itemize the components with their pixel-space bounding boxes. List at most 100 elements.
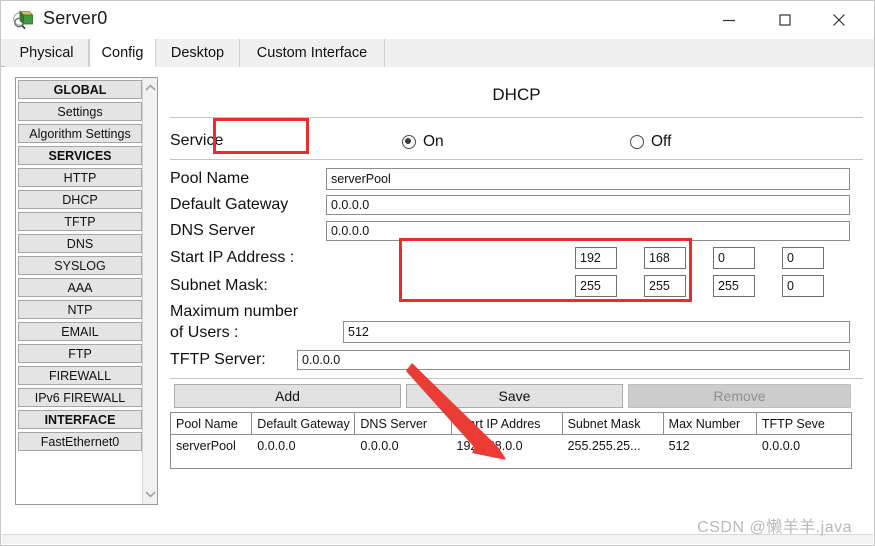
table-cell: 512 — [668, 439, 690, 453]
table-cell: 192.168.0.0 — [456, 439, 523, 453]
start-ip-octet-2[interactable]: 168 — [644, 247, 686, 269]
sidebar-item-email[interactable]: EMAIL — [18, 322, 142, 341]
table-header-cell[interactable]: TFTP Seve — [757, 413, 851, 434]
table-header-cell[interactable]: Start IP Addres — [452, 413, 563, 434]
sidebar-item-ipv6-firewall[interactable]: IPv6 FIREWALL — [18, 388, 142, 407]
default-gateway-input[interactable]: 0.0.0.0 — [326, 195, 850, 215]
sidebar-item-label: GLOBAL — [53, 82, 107, 97]
dns-server-label: DNS Server — [170, 222, 256, 239]
tab-desktop[interactable]: Desktop — [156, 39, 240, 67]
divider — [170, 159, 863, 160]
sidebar-item-ftp[interactable]: FTP — [18, 344, 142, 363]
page-title: DHCP — [492, 85, 541, 104]
tftp-server-label: TFTP Server: — [170, 351, 266, 368]
divider — [170, 117, 863, 118]
chevron-down-icon[interactable] — [143, 486, 158, 502]
tab-physical[interactable]: Physical — [5, 39, 89, 67]
sidebar-item-label: AAA — [67, 280, 93, 295]
table-header-row: Pool Name Default Gateway DNS Server Start … — [171, 413, 851, 435]
service-off-radio[interactable]: Off — [630, 133, 671, 151]
subnet-mask-octet-3[interactable]: 255 — [713, 275, 755, 297]
default-gateway-label: Default Gateway — [170, 196, 289, 213]
table-header-cell[interactable]: DNS Server — [355, 413, 452, 434]
tab-label: Physical — [19, 45, 74, 61]
service-off-label: Off — [651, 133, 672, 150]
sidebar-item-label: TFTP — [64, 214, 96, 229]
sidebar-item-services: SERVICES — [18, 146, 142, 165]
remove-button[interactable]: Remove — [628, 384, 851, 408]
table-header-cell[interactable]: Max Number — [664, 413, 757, 434]
table-row[interactable]: serverPool 0.0.0.0 0.0.0.0 192.168.0.0 255.2… — [171, 435, 851, 457]
sidebar-item-label: FIREWALL — [48, 368, 112, 383]
subnet-mask-octet-1[interactable]: 255 — [575, 275, 617, 297]
sidebar-item-label: FastEthernet0 — [40, 434, 120, 449]
sidebar-item-fastethernet0[interactable]: FastEthernet0 — [18, 432, 142, 451]
table-header-cell[interactable]: Default Gateway — [252, 413, 356, 434]
dns-server-input[interactable]: 0.0.0.0 — [326, 221, 850, 241]
tab-bar: Physical Config Desktop Custom Interface — [1, 39, 874, 67]
sidebar-item-label: EMAIL — [61, 324, 99, 339]
tftp-server-input[interactable]: 0.0.0.0 — [297, 350, 850, 370]
table-header-cell[interactable]: Subnet Mask — [563, 413, 664, 434]
subnet-mask-label: Subnet Mask: — [170, 277, 268, 294]
sidebar-item-label: NTP — [67, 302, 93, 317]
tab-label: Config — [101, 44, 144, 61]
remove-button-label: Remove — [713, 388, 766, 404]
service-label: Service — [170, 132, 224, 149]
sidebar-item-http[interactable]: HTTP — [18, 168, 142, 187]
watermark: CSDN @懒羊羊.java — [697, 519, 852, 536]
radio-off-icon — [630, 135, 644, 149]
sidebar-item-dhcp[interactable]: DHCP — [18, 190, 142, 209]
sidebar-item-label: SERVICES — [48, 148, 112, 163]
sidebar-item-firewall[interactable]: FIREWALL — [18, 366, 142, 385]
config-sidebar: GLOBAL Settings Algorithm Settings SERVICES… — [15, 77, 158, 505]
sidebar-item-tftp[interactable]: TFTP — [18, 212, 142, 231]
max-users-input[interactable]: 512 — [343, 321, 850, 343]
sidebar-item-label: HTTP — [63, 170, 97, 185]
sidebar-item-label: IPv6 FIREWALL — [34, 390, 126, 405]
sidebar-item-ntp[interactable]: NTP — [18, 300, 142, 319]
sidebar-item-aaa[interactable]: AAA — [18, 278, 142, 297]
sidebar-scrollbar[interactable] — [142, 78, 157, 504]
save-button[interactable]: Save — [406, 384, 623, 408]
tab-custom-interface[interactable]: Custom Interface — [240, 39, 385, 67]
start-ip-octet-4[interactable]: 0 — [782, 247, 824, 269]
subnet-mask-octet-4[interactable]: 0 — [782, 275, 824, 297]
tab-config[interactable]: Config — [89, 39, 156, 67]
max-users-label-line1: Maximum number — [170, 303, 299, 320]
sidebar-item-syslog[interactable]: SYSLOG — [18, 256, 142, 275]
add-button[interactable]: Add — [174, 384, 401, 408]
table-header-cell[interactable]: Pool Name — [171, 413, 253, 434]
maximize-icon[interactable] — [762, 1, 808, 39]
service-on-radio[interactable]: On — [402, 133, 444, 151]
tab-strip-filler — [385, 39, 874, 67]
title-bar: Server0 — [1, 1, 874, 39]
pool-name-input[interactable]: serverPool — [326, 168, 850, 190]
config-content: GLOBAL Settings Algorithm Settings SERVICES… — [2, 67, 873, 521]
pool-name-label: Pool Name — [170, 170, 250, 187]
window-title: Server0 — [43, 8, 108, 28]
sidebar-item-label: DHCP — [62, 192, 98, 207]
add-button-label: Add — [275, 388, 300, 404]
tab-label: Desktop — [170, 45, 225, 61]
minimize-icon[interactable] — [706, 1, 752, 39]
table-cell: 255.255.25... — [567, 439, 641, 453]
sidebar-item-interface: INTERFACE — [18, 410, 142, 429]
close-icon[interactable] — [816, 1, 862, 39]
save-button-label: Save — [498, 388, 531, 404]
chevron-up-icon[interactable] — [143, 80, 158, 96]
subnet-mask-octet-2[interactable]: 255 — [644, 275, 686, 297]
server-device-icon — [13, 9, 35, 31]
dhcp-pool-table[interactable]: Pool Name Default Gateway DNS Server Start … — [170, 412, 852, 469]
start-ip-octet-1[interactable]: 192 — [575, 247, 617, 269]
server-config-window: Server0 Physical Config Desktop Custom I… — [0, 0, 875, 546]
sidebar-item-algorithm-settings[interactable]: Algorithm Settings — [18, 124, 142, 143]
sidebar-item-settings[interactable]: Settings — [18, 102, 142, 121]
tab-label: Custom Interface — [256, 45, 368, 61]
sidebar-item-label: Algorithm Settings — [29, 126, 131, 141]
sidebar-item-global: GLOBAL — [18, 80, 142, 99]
sidebar-item-list: GLOBAL Settings Algorithm Settings SERVICES… — [16, 78, 142, 454]
sidebar-item-label: SYSLOG — [54, 258, 106, 273]
start-ip-octet-3[interactable]: 0 — [713, 247, 755, 269]
sidebar-item-dns[interactable]: DNS — [18, 234, 142, 253]
